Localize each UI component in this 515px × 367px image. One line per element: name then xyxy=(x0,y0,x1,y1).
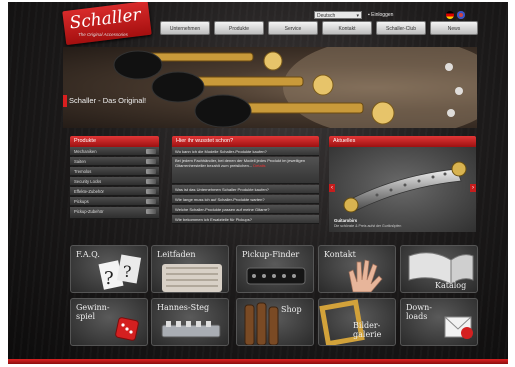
produkte-item-pickups[interactable]: Pickups xyxy=(70,197,159,206)
tile-label: F.A.Q. xyxy=(76,250,100,259)
svg-text:?: ? xyxy=(123,262,132,281)
language-select-value: Deutsch xyxy=(317,13,336,19)
tile-faq[interactable]: F.A.Q. ? ? xyxy=(70,245,148,293)
news-heading: Aktuelles xyxy=(329,136,476,147)
tile-label: Leitfaden xyxy=(157,250,196,259)
faq-item[interactable]: Welche Schaller-Produkte passen auf mein… xyxy=(172,205,319,214)
nav-news[interactable]: News xyxy=(430,21,478,35)
german-flag-icon[interactable] xyxy=(446,11,454,19)
tile-label: Down-loads xyxy=(406,303,432,321)
produkte-item-label: Saiten xyxy=(74,159,86,164)
tile-kontakt[interactable]: Kontakt xyxy=(318,245,396,293)
produkte-item-label: Mechaniken xyxy=(74,149,97,154)
produkte-item-label: Tremolos xyxy=(74,169,92,174)
faq-item[interactable]: Wie lange muss ich auf Schaller-Produkte… xyxy=(172,195,319,204)
produkte-item-label: Effekte-Zubehör xyxy=(74,189,104,194)
tile-gewinnspiel[interactable]: Gewinn-spiel xyxy=(70,298,148,346)
tile-label: Pickup-Finder xyxy=(242,250,300,259)
slider-next-button[interactable]: › xyxy=(470,184,476,192)
faq-item[interactable]: Wie bekommen ich Ersatzteile für Pickups… xyxy=(172,215,319,224)
produkte-item-tremolos[interactable]: Tremolos xyxy=(70,167,159,176)
nav-produkte[interactable]: Produkte xyxy=(214,21,264,35)
tuning-machines-image xyxy=(113,47,477,128)
lock-icon xyxy=(146,179,156,184)
faq-item[interactable]: Wo kann ich die Modelle Schaller-Produkt… xyxy=(172,147,319,156)
faq-details-link[interactable]: Details xyxy=(253,163,265,168)
tile-hannes-steg[interactable]: Hannes-Steg xyxy=(151,298,229,346)
tile-label: Shop xyxy=(281,305,302,314)
produkte-item-label: Security Locks xyxy=(74,179,102,184)
hero-caption: Schaller - Das Original! xyxy=(69,96,147,105)
produkte-item-effekte-zubehoer[interactable]: Effekte-Zubehör xyxy=(70,187,159,196)
pickup-icon xyxy=(146,199,156,204)
produkte-item-pickup-zubehoer[interactable]: Pickup-Zubehör xyxy=(70,207,159,219)
pickup-accessory-icon xyxy=(146,209,156,214)
tile-pickup-finder[interactable]: Pickup-Finder xyxy=(236,245,314,293)
footer-bar xyxy=(8,359,508,364)
effects-icon xyxy=(146,189,156,194)
hero-banner[interactable] xyxy=(63,47,477,128)
nav-schaller-club[interactable]: Schaller-Club xyxy=(376,21,426,35)
nav-service[interactable]: Service xyxy=(268,21,318,35)
produkte-heading: Produkte xyxy=(70,136,159,147)
tile-label: Kontakt xyxy=(324,250,356,259)
tile-downloads[interactable]: Down-loads xyxy=(400,298,478,346)
lock-icon: ▪ xyxy=(368,12,370,18)
news-item-subtitle: Die schönste & Preis aufst der Gurtknöpf… xyxy=(334,224,402,228)
produkte-item-saiten[interactable]: Saiten xyxy=(70,157,159,166)
tile-label: Gewinn-spiel xyxy=(76,303,110,321)
login-label: Einloggen xyxy=(371,12,394,18)
news-item-title[interactable]: Guitarobirs xyxy=(334,218,357,223)
chevron-down-icon: ▾ xyxy=(356,13,359,19)
produkte-item-security-locks[interactable]: Security Locks xyxy=(70,177,159,186)
nav-kontakt[interactable]: Kontakt xyxy=(322,21,372,35)
tile-label: Bilder-galerie xyxy=(353,321,382,339)
schaller-logo[interactable]: Schaller xyxy=(62,2,152,46)
guitar-shop-icon xyxy=(244,302,279,345)
strings-icon xyxy=(146,159,156,164)
tremolo-icon xyxy=(146,169,156,174)
produkte-item-label: Pickup-Zubehör xyxy=(74,209,104,214)
produkte-item-label: Pickups xyxy=(74,199,89,204)
tuner-icon xyxy=(146,149,156,154)
tile-label: Hannes-Steg xyxy=(157,303,210,312)
logo-tagline: The Original Accessories xyxy=(78,32,128,37)
nav-unternehmen[interactable]: Unternehmen xyxy=(160,21,210,35)
faq-item-expanded[interactable]: Bei jedem Fachhändler, bei denen der Mod… xyxy=(172,157,319,184)
english-flag-icon[interactable] xyxy=(457,11,465,19)
tile-katalog[interactable]: Katalog xyxy=(400,245,478,293)
tile-leitfaden[interactable]: Leitfaden xyxy=(151,245,229,293)
language-select[interactable]: Deutsch ▾ xyxy=(314,11,362,19)
faq-answer-text: Bei jedem Fachhändler, bei denen der Mod… xyxy=(175,158,306,168)
faq-item[interactable]: Was ist das Unternehmen Schaller Produkt… xyxy=(172,185,319,194)
tile-label: Katalog xyxy=(435,281,467,290)
slider-prev-button[interactable]: ‹ xyxy=(329,184,335,192)
svg-text:?: ? xyxy=(104,268,114,289)
page: Schaller The Original Accessories Deutsc… xyxy=(8,2,508,364)
produkte-item-mechaniken[interactable]: Mechaniken xyxy=(70,147,159,156)
tile-shop[interactable]: Shop xyxy=(236,298,314,346)
faq-heading: Hier ihr wusstet schon? xyxy=(172,136,319,147)
logo-wordmark: Schaller xyxy=(68,4,142,34)
caption-accent-bar xyxy=(63,95,67,107)
login-link[interactable]: ▪ Einloggen xyxy=(368,11,420,19)
tile-bildergalerie[interactable]: Bilder-galerie xyxy=(318,298,396,346)
